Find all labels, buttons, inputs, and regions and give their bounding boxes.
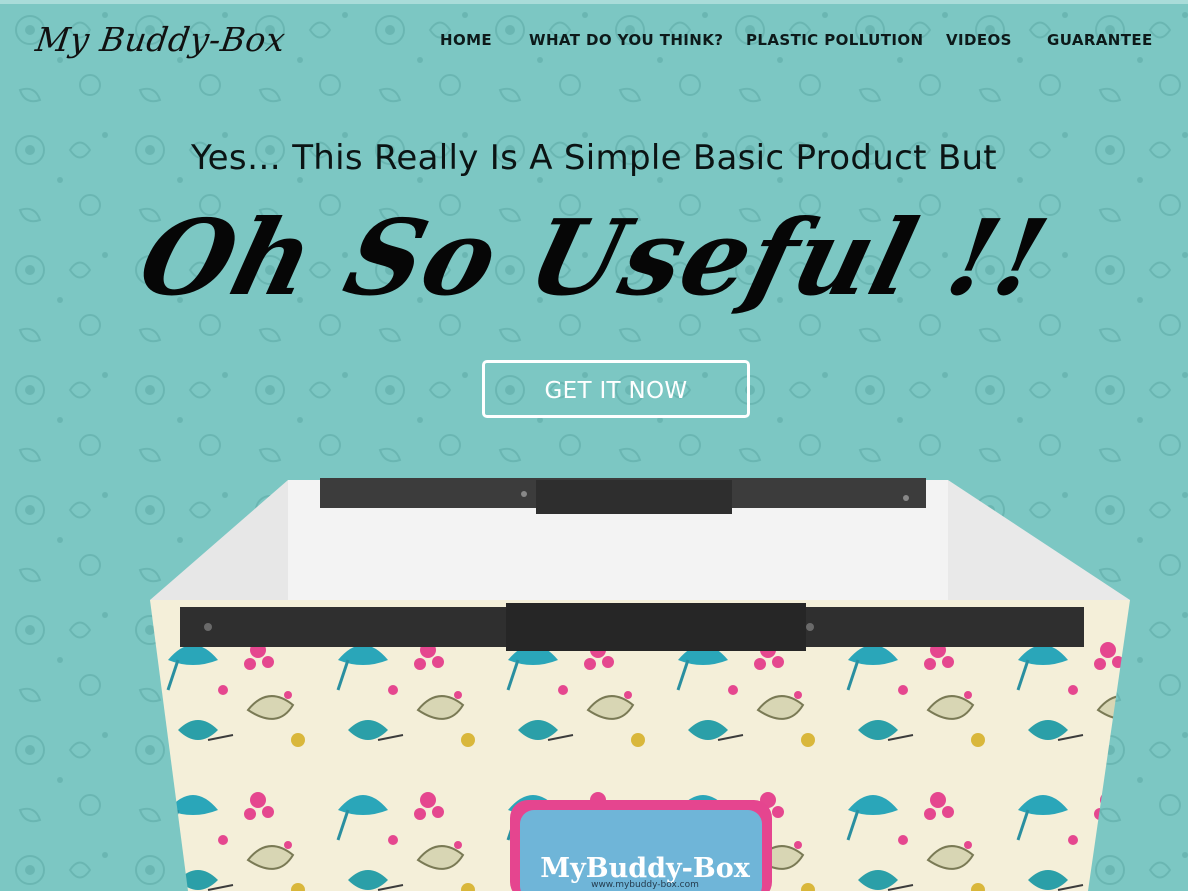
main-nav: HOME WHAT DO YOU THINK? PLASTIC POLLUTIO… <box>420 31 1160 55</box>
nav-plastic-pollution[interactable]: PLASTIC POLLUTION <box>746 31 923 49</box>
nav-what-do-you-think[interactable]: WHAT DO YOU THINK? <box>529 31 723 49</box>
hero-headline: Yes… This Really Is A Simple Basic Produ… <box>191 138 997 178</box>
get-it-now-button[interactable]: GET IT NOW <box>482 360 750 418</box>
product-brand-url: www.mybuddy-box.com <box>591 880 699 890</box>
site-logo[interactable]: My Buddy-Box <box>33 20 288 59</box>
nav-guarantee[interactable]: GUARANTEE <box>1047 31 1153 49</box>
nav-videos[interactable]: VIDEOS <box>946 31 1012 49</box>
product-image <box>148 470 1133 891</box>
hero-tagline: Oh So Useful !! <box>128 196 1060 319</box>
nav-home[interactable]: HOME <box>440 31 492 49</box>
